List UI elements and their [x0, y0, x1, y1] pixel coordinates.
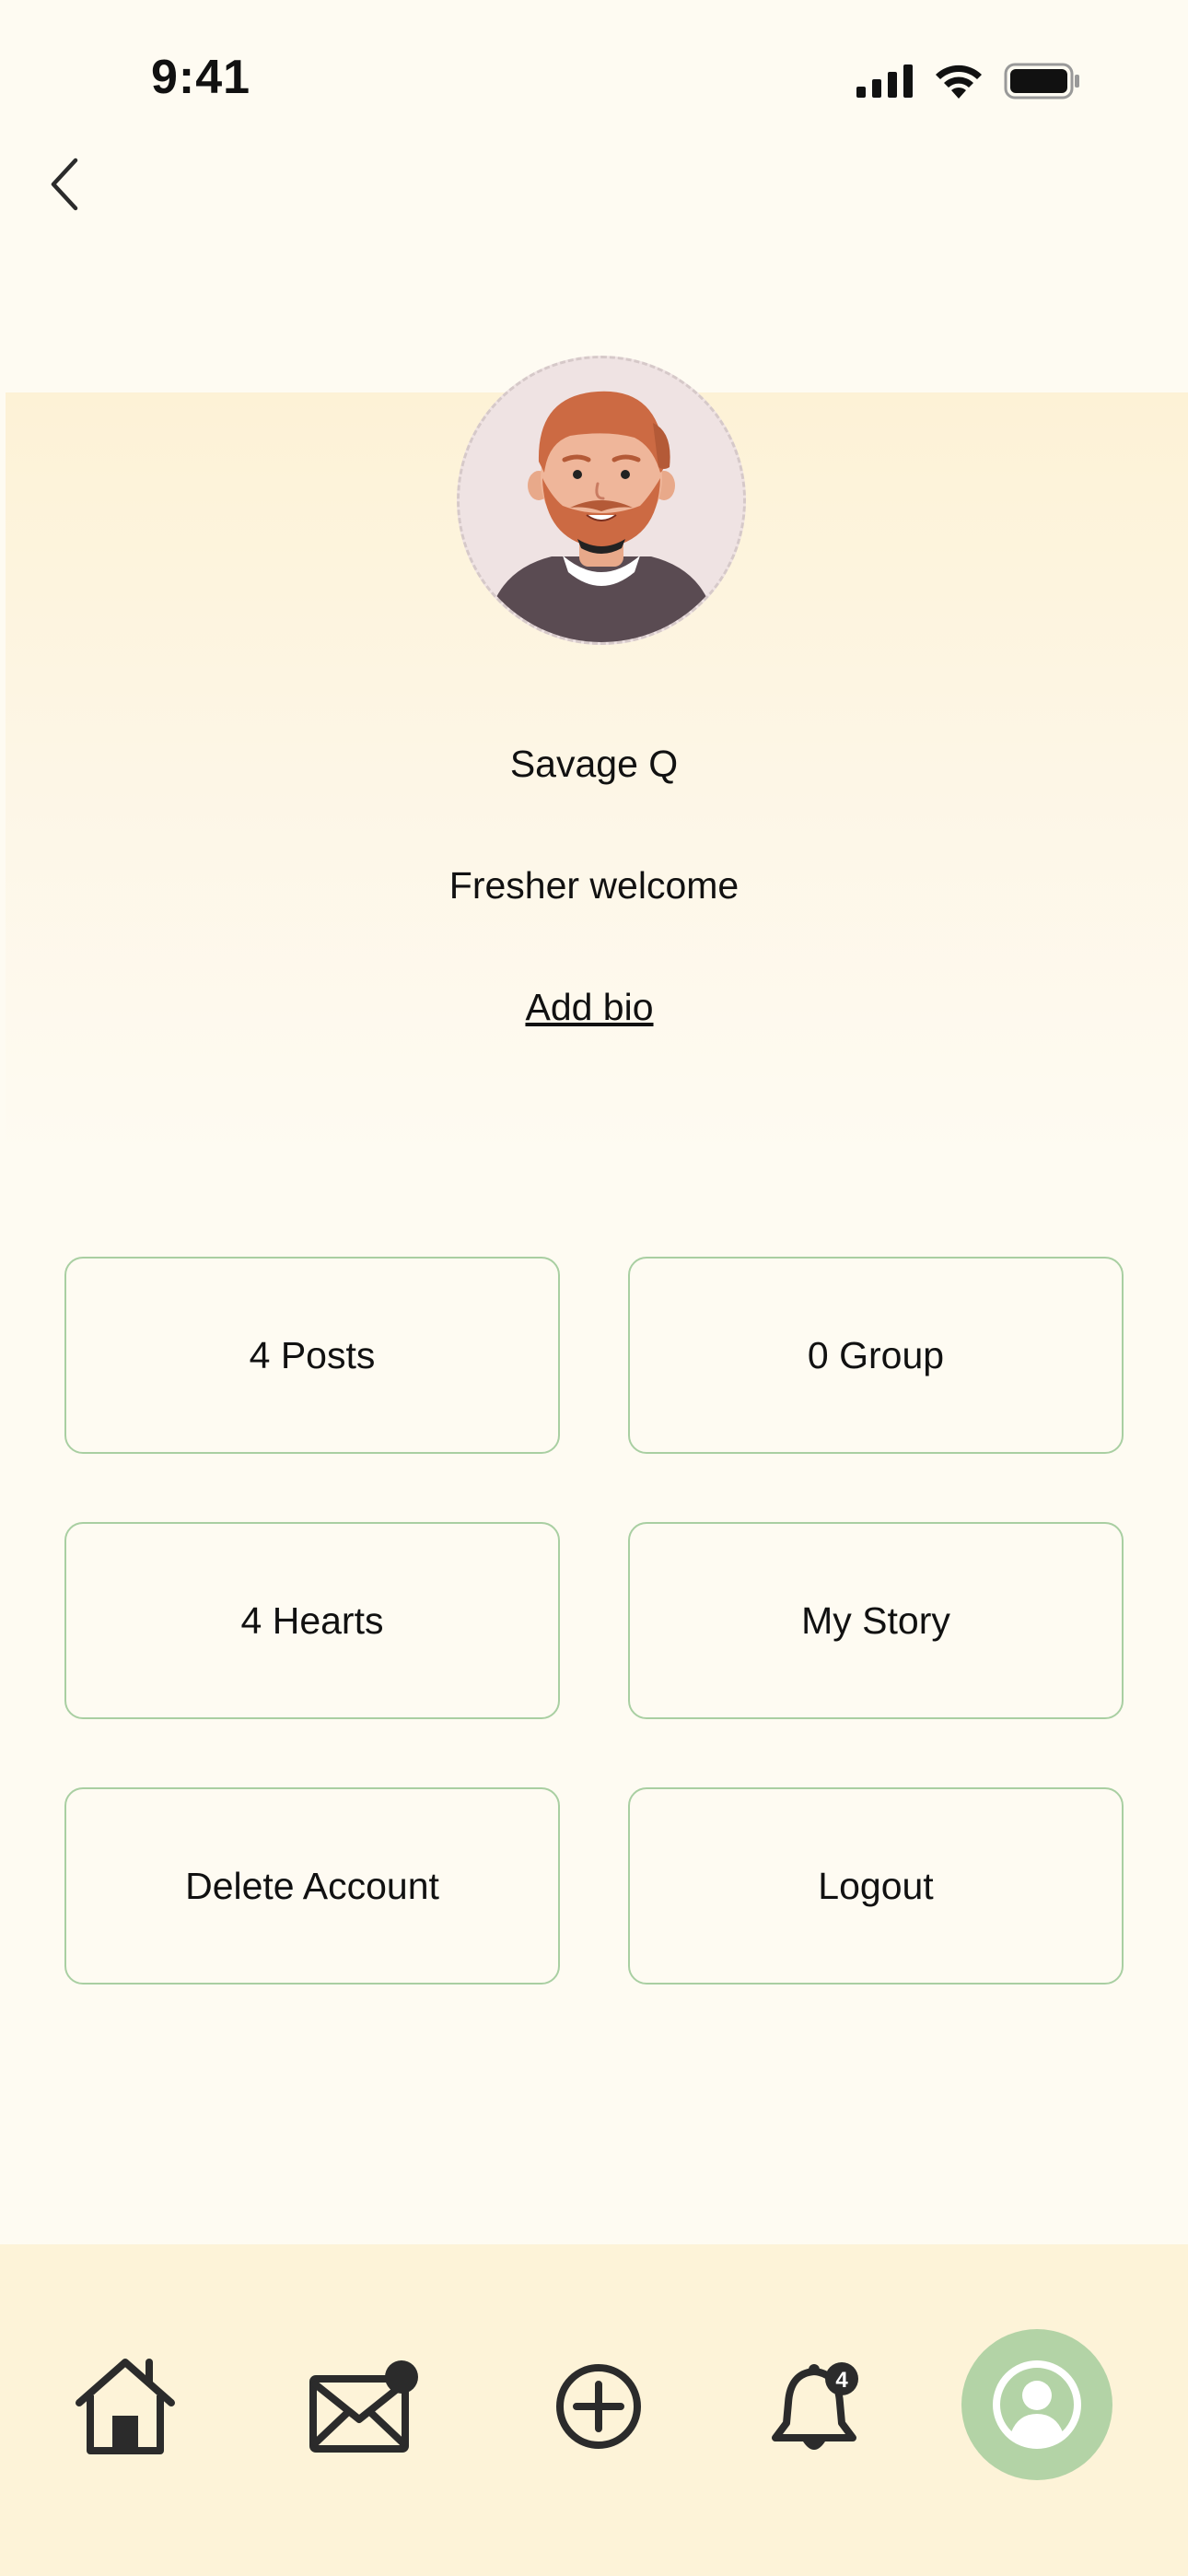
avatar[interactable]: [457, 356, 746, 645]
nav-notifications[interactable]: 4: [772, 2359, 868, 2458]
wifi-icon: [936, 64, 982, 99]
notification-count: 4: [835, 2368, 848, 2393]
my-story-button[interactable]: My Story: [628, 1522, 1124, 1719]
bearded-man-avatar: [460, 358, 743, 642]
hearts-button[interactable]: 4 Hearts: [64, 1522, 560, 1719]
status-time: 9:41: [151, 51, 251, 104]
nav-home[interactable]: [72, 2355, 179, 2458]
chevron-left-icon: [51, 158, 78, 211]
back-button[interactable]: [28, 147, 101, 221]
unread-dot: [385, 2360, 418, 2394]
profile-name: Savage Q: [509, 743, 679, 785]
add-bio-link[interactable]: Add bio: [0, 986, 1188, 1029]
mail-icon: [309, 2360, 418, 2453]
group-button[interactable]: 0 Group: [628, 1257, 1124, 1454]
delete-account-button[interactable]: Delete Account: [64, 1787, 560, 1985]
bell-icon: 4: [772, 2362, 858, 2450]
nav-messages[interactable]: [309, 2359, 424, 2454]
cellular-signal-icon: [856, 64, 913, 98]
nav-profile[interactable]: [961, 2329, 1112, 2480]
profile-icon: [993, 2360, 1081, 2449]
status-icons: [856, 63, 1081, 100]
add-bio-label: Add bio: [525, 986, 654, 1028]
battery-icon: [1004, 63, 1079, 100]
profile-status: Fresher welcome: [448, 864, 740, 907]
home-icon: [76, 2359, 175, 2454]
plus-circle-icon: [556, 2364, 641, 2449]
posts-button[interactable]: 4 Posts: [64, 1257, 560, 1454]
logout-button[interactable]: Logout: [628, 1787, 1124, 1985]
nav-create[interactable]: [554, 2362, 643, 2451]
